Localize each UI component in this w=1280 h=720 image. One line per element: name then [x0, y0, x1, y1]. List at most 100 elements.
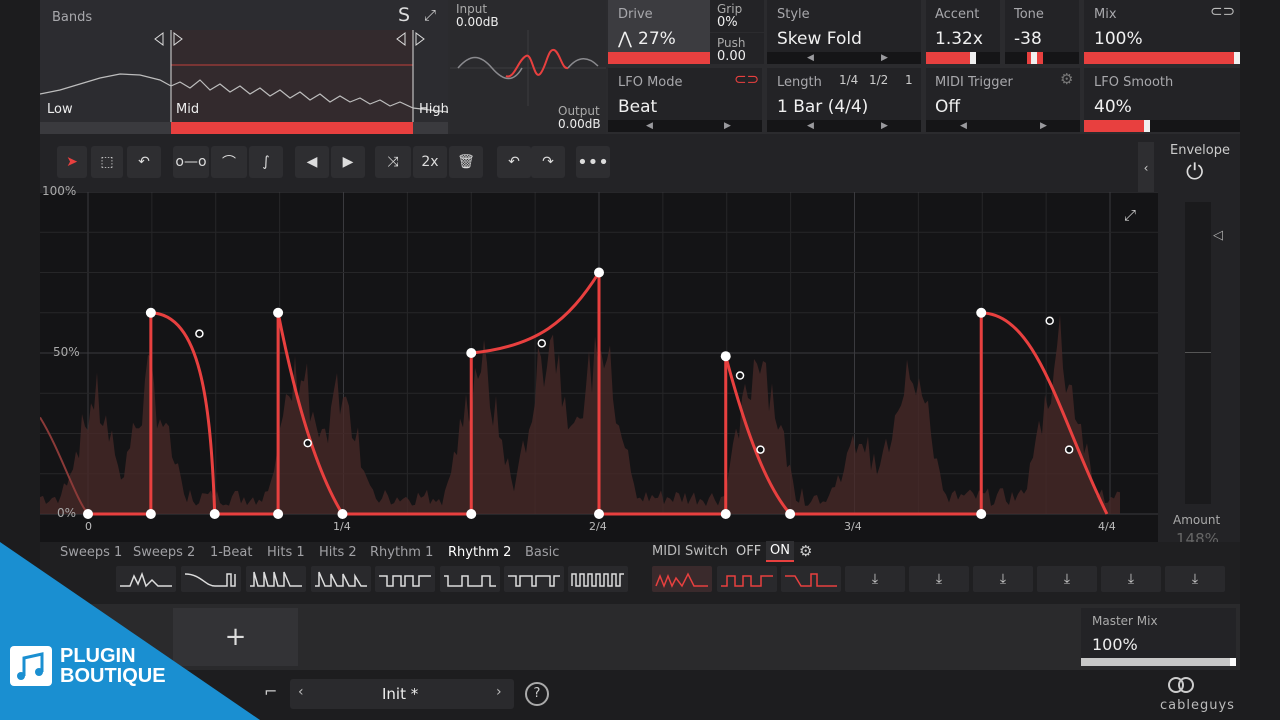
grip-value[interactable]: 0% [717, 15, 738, 30]
midi-switch-off[interactable]: OFF [736, 544, 761, 559]
master-mix-control[interactable]: Master Mix 100% [1081, 608, 1236, 666]
low-band-bar[interactable] [40, 122, 171, 134]
download-slot-5-icon[interactable]: ⤓ [1101, 566, 1161, 592]
midi-switch-on[interactable]: ON [766, 541, 794, 562]
fullscreen-icon[interactable]: ⤢ [1124, 206, 1136, 224]
double-button[interactable]: 2x [413, 146, 447, 178]
drive-value[interactable]: 27% [638, 29, 676, 49]
lfo-smooth-bar[interactable] [1084, 120, 1144, 132]
style-prev-icon[interactable]: ◀ [807, 53, 814, 63]
master-mix-handle[interactable] [1230, 658, 1236, 666]
push-control[interactable]: Push 0.00 [710, 33, 764, 64]
drive-mode-icon[interactable]: ⋀ [618, 29, 632, 49]
pointer-tool-icon[interactable]: ➤ [57, 146, 87, 178]
preset-slot-6[interactable] [440, 566, 500, 592]
mix-handle[interactable] [1234, 52, 1240, 64]
curve-point-icon[interactable]: ⌒ [211, 146, 247, 178]
link-icon[interactable]: ⊂⊃ [1210, 2, 1235, 20]
preset-name[interactable]: Init * [382, 685, 418, 703]
undo-icon[interactable]: ↶ [497, 146, 531, 178]
high-band-bar[interactable] [413, 122, 448, 134]
preset-tab[interactable]: Hits 2 [319, 545, 357, 560]
solo-button[interactable]: S [398, 4, 410, 26]
length-next-icon[interactable]: ▶ [881, 121, 888, 131]
preset-tab[interactable]: Rhythm 1 [370, 545, 433, 560]
accent-bar[interactable] [926, 52, 970, 64]
collapse-icon[interactable]: ‹ [1138, 142, 1154, 194]
length-opt-quarter[interactable]: 1/4 [839, 73, 858, 87]
tone-control[interactable]: Tone -38 [1005, 0, 1079, 64]
preset-slot-7[interactable] [504, 566, 564, 592]
length-opt-one[interactable]: 1 [905, 73, 913, 87]
midi-trigger-next-icon[interactable]: ▶ [1040, 121, 1047, 131]
amount-handle-icon[interactable]: ◁ [1213, 228, 1223, 243]
length-opt-half[interactable]: 1/2 [869, 73, 888, 87]
mix-control[interactable]: Mix ⊂⊃ 100% [1084, 0, 1240, 64]
lfo-smooth-control[interactable]: LFO Smooth 40% [1084, 68, 1240, 132]
download-slot-6-icon[interactable]: ⤓ [1165, 566, 1225, 592]
select-tool-icon[interactable]: ⬚ [91, 146, 123, 178]
band-low-label[interactable]: Low [47, 102, 73, 117]
midi-settings-icon[interactable]: ⚙ [799, 542, 812, 560]
lfo-mode-control[interactable]: LFO Mode ⊂⊃ Beat ◀ ▶ [608, 68, 762, 132]
tone-value[interactable]: -38 [1014, 29, 1042, 49]
download-slot-1-icon[interactable]: ⤓ [845, 566, 905, 592]
grip-control[interactable]: Grip 0% [710, 0, 764, 32]
accent-handle[interactable] [970, 52, 976, 64]
lfo-mode-value[interactable]: Beat [618, 97, 657, 117]
help-icon[interactable]: ? [525, 682, 549, 706]
expand-icon[interactable]: ⤢ [424, 6, 436, 24]
redo-icon[interactable]: ↷ [531, 146, 565, 178]
length-value[interactable]: 1 Bar (4/4) [777, 97, 868, 117]
preset-slot-8[interactable] [568, 566, 628, 592]
accent-control[interactable]: Accent 1.32x [926, 0, 1000, 64]
band-high-label[interactable]: High [419, 102, 449, 117]
master-mix-bar[interactable] [1081, 658, 1230, 666]
linear-point-icon[interactable]: o—o [173, 146, 209, 178]
download-slot-4-icon[interactable]: ⤓ [1037, 566, 1097, 592]
preset-selector[interactable]: ‹ Init * › [290, 679, 514, 709]
tone-handle[interactable] [1031, 52, 1037, 64]
more-icon[interactable]: ••• [576, 146, 610, 178]
preset-slot-5[interactable] [375, 566, 435, 592]
shift-left-icon[interactable]: ◀ [295, 146, 329, 178]
master-mix-value[interactable]: 100% [1092, 635, 1138, 654]
drive-bar[interactable] [608, 52, 710, 64]
band-mid-label[interactable]: Mid [176, 102, 199, 117]
s-curve-icon[interactable]: ∫ [249, 146, 283, 178]
lfo-mode-prev-icon[interactable]: ◀ [646, 121, 653, 131]
preset-prev-icon[interactable]: ‹ [298, 684, 304, 700]
lfo-link-icon[interactable]: ⊂⊃ [734, 70, 759, 88]
push-value[interactable]: 0.00 [717, 49, 746, 64]
midi-slot-3[interactable] [781, 566, 841, 592]
output-value[interactable]: 0.00dB [558, 117, 601, 131]
drive-control[interactable]: Drive ⋀ 27% [608, 0, 710, 64]
midi-trigger-prev-icon[interactable]: ◀ [960, 121, 967, 131]
preset-next-icon[interactable]: › [496, 684, 502, 700]
style-value[interactable]: Skew Fold [777, 29, 862, 49]
midi-trigger-value[interactable]: Off [935, 97, 960, 117]
midi-slot-1[interactable] [652, 566, 712, 592]
shuffle-icon[interactable]: ⤨ [375, 146, 411, 178]
lfo-smooth-handle[interactable] [1144, 120, 1150, 132]
lfo-graph-svg[interactable] [40, 192, 1158, 542]
download-slot-3-icon[interactable]: ⤓ [973, 566, 1033, 592]
preset-tab[interactable]: Hits 1 [267, 545, 305, 560]
input-value[interactable]: 0.00dB [456, 15, 499, 29]
style-control[interactable]: Style Skew Fold ◀ ▶ [767, 0, 921, 64]
lfo-smooth-value[interactable]: 40% [1094, 97, 1132, 117]
power-icon[interactable]: ⏻ [1186, 160, 1203, 185]
footer-menu-icon[interactable]: ⌐ [264, 682, 277, 701]
mid-band-bar[interactable] [171, 122, 413, 134]
mix-bar[interactable] [1084, 52, 1234, 64]
trash-icon[interactable]: 🗑 [449, 146, 483, 178]
length-prev-icon[interactable]: ◀ [807, 121, 814, 131]
midi-slot-2[interactable] [717, 566, 777, 592]
amount-slider-track[interactable] [1185, 202, 1211, 504]
gear-icon[interactable]: ⚙ [1060, 70, 1073, 88]
preset-tab[interactable]: Basic [525, 545, 559, 560]
style-next-icon[interactable]: ▶ [881, 53, 888, 63]
lfo-mode-next-icon[interactable]: ▶ [724, 121, 731, 131]
shift-right-icon[interactable]: ▶ [331, 146, 365, 178]
lfo-graph[interactable]: 100% 50% 0% 0 1/4 2/4 3/4 4/4 ⤢ [40, 184, 1158, 542]
